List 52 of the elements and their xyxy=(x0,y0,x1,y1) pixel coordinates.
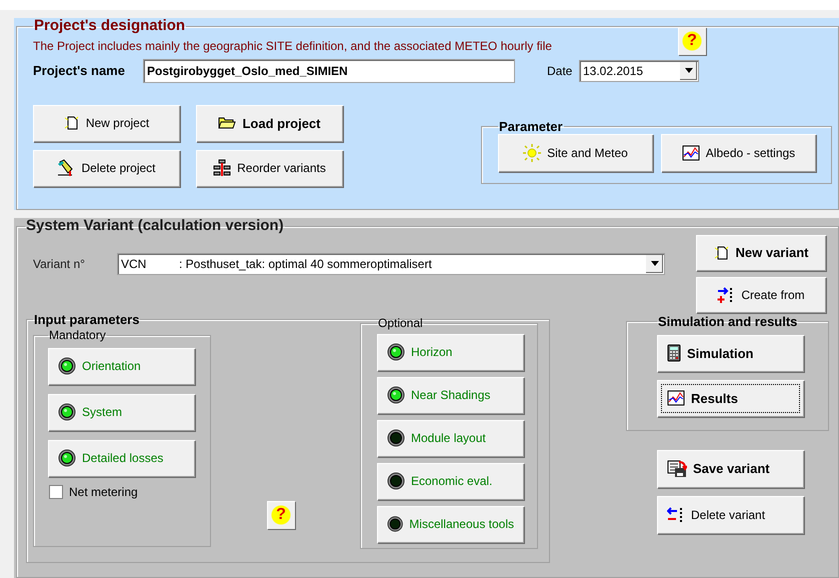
delete-arrows-icon xyxy=(667,506,685,524)
save-variant-button[interactable]: Save variant xyxy=(657,450,804,488)
new-project-button[interactable]: New project xyxy=(33,104,180,142)
reorder-icon xyxy=(213,159,232,177)
variant-code: VCN xyxy=(121,256,148,270)
dropdown-arrow-icon xyxy=(684,68,692,73)
calculator-icon xyxy=(667,344,681,362)
new-document-icon xyxy=(64,115,80,131)
folder-icon xyxy=(218,116,236,130)
description-text: The Project includes mainly the geographic SITE definition, and the associated METEO hourly file xyxy=(33,38,553,52)
dropdown-arrow-icon xyxy=(650,261,658,266)
group-title: Simulation and results xyxy=(657,314,798,329)
parameter-button[interactable]: Economic eval. xyxy=(377,462,524,500)
parameter-button[interactable]: Orientation xyxy=(48,348,195,385)
date-dropdown[interactable]: 13.02.2015 xyxy=(579,60,699,82)
parameter-button[interactable]: Near Shadings xyxy=(377,376,524,414)
field-label: Date xyxy=(547,64,574,78)
results-button[interactable]: Results xyxy=(657,380,804,417)
site-and-meteo-button[interactable]: Site and Meteo xyxy=(498,134,653,172)
save-disk-icon xyxy=(667,460,687,478)
group-title: Mandatory xyxy=(48,328,107,342)
help-button[interactable]: ? xyxy=(267,500,295,529)
net-metering-checkbox[interactable] xyxy=(49,484,63,499)
parameter-button[interactable]: Detailed losses xyxy=(48,440,195,477)
help-button[interactable]: ? xyxy=(678,26,706,54)
section-title: System Variant (calculation version) xyxy=(25,218,285,234)
variant-description: : Posthuset_tak: optimal 40 sommeroptimalisert xyxy=(179,256,433,270)
delete-variant-button[interactable]: Delete variant xyxy=(657,496,804,534)
new-variant-button[interactable]: New variant xyxy=(696,234,826,270)
new-document-icon xyxy=(714,244,730,260)
field-label: Project's name xyxy=(33,63,126,78)
parameter-button[interactable]: Module layout xyxy=(377,420,524,457)
simulation-button[interactable]: Simulation xyxy=(657,334,804,372)
load-project-button[interactable]: Load project xyxy=(196,104,343,142)
delete-project-button[interactable]: Delete project xyxy=(33,150,180,186)
parameter-button[interactable]: System xyxy=(48,394,195,431)
albedo-settings-button[interactable]: Albedo - settings xyxy=(661,134,816,172)
create-from-button[interactable]: Create from xyxy=(696,276,826,312)
group-title: Optional xyxy=(377,316,424,330)
reorder-variants-button[interactable]: Reorder variants xyxy=(196,150,343,186)
sun-icon xyxy=(523,144,542,162)
chart-icon xyxy=(667,390,685,406)
field-label: Variant n° xyxy=(33,256,86,270)
variant-dropdown[interactable]: VCN : Posthuset_tak: optimal 40 sommeroptimalisert xyxy=(117,252,665,274)
parameter-button[interactable]: Miscellaneous tools xyxy=(377,506,524,543)
project-name-field[interactable]: Postgirobygget_Oslo_med_SIMIEN xyxy=(143,58,515,82)
chart-icon xyxy=(682,144,700,161)
group-title: Input parameters xyxy=(33,312,140,327)
group-title: Parameter xyxy=(498,120,564,134)
section-title: Project's designation xyxy=(33,18,186,34)
checkbox-label: Net metering xyxy=(69,484,138,499)
parameter-button[interactable]: Horizon xyxy=(377,334,524,371)
